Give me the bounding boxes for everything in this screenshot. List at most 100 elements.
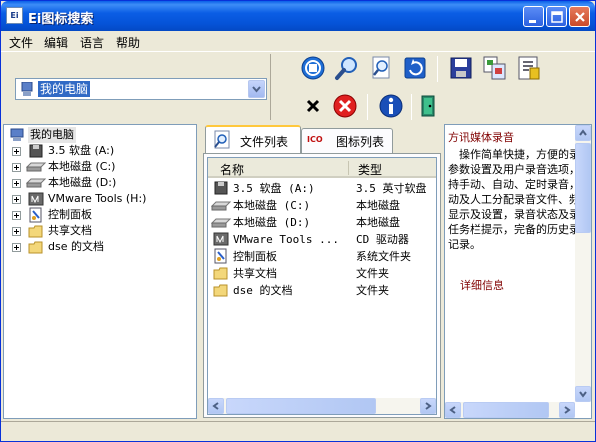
table-row[interactable]: 本地磁盘 (C:) 本地磁盘 <box>208 197 436 214</box>
table-row[interactable]: 本地磁盘 (D:) 本地磁盘 <box>208 214 436 231</box>
tree-item-label: 控制面板 <box>48 208 92 221</box>
chevron-right-icon <box>425 402 432 410</box>
ico-icon: ICO <box>307 135 323 144</box>
search-icon <box>335 57 357 80</box>
window-title: Ei图标搜索 <box>28 12 94 27</box>
scroll-up-button[interactable] <box>575 125 591 141</box>
expand-icon[interactable] <box>12 243 21 252</box>
list-hscrollbar[interactable] <box>208 398 436 414</box>
scroll-left-button[interactable] <box>445 402 461 418</box>
tab-icon-list[interactable]: ICO 图标列表 <box>301 128 393 154</box>
info-title: 方讯媒体录音 <box>448 131 514 144</box>
folder-icon <box>28 241 43 254</box>
scroll-down-button[interactable] <box>575 386 591 402</box>
chevron-down-icon <box>252 86 261 93</box>
tree-item-label: dse 的文档 <box>48 240 104 253</box>
tree-root-label: 我的电脑 <box>28 127 76 143</box>
cell-type: 3.5 英寸软盘 <box>356 182 427 195</box>
file-listview[interactable]: 名称 类型 3.5 软盘 (A:) 3.5 英寸软盘 本地磁盘 (C:) 本地磁… <box>207 157 437 415</box>
cell-name: 3.5 软盘 (A:) <box>233 182 315 195</box>
cdrom-icon <box>213 232 229 246</box>
copy-icon <box>483 56 506 80</box>
scroll-thumb[interactable] <box>226 398 376 414</box>
find-file-button[interactable] <box>367 54 395 82</box>
tree-item-label: 本地磁盘 (D:) <box>48 176 117 189</box>
expand-icon[interactable] <box>12 211 21 220</box>
maximize-icon <box>551 11 563 23</box>
toolbar-separator-2 <box>367 94 368 120</box>
delete-button[interactable] <box>331 92 359 120</box>
toolbar: 我的电脑 <box>1 51 595 123</box>
table-row[interactable]: dse 的文档 文件夹 <box>208 282 436 299</box>
cell-type: 系统文件夹 <box>356 250 411 263</box>
export-button[interactable] <box>515 54 543 82</box>
expand-icon[interactable] <box>12 195 21 204</box>
scroll-right-button[interactable] <box>420 398 436 414</box>
disk-icon <box>26 162 46 172</box>
scroll-thumb[interactable] <box>463 402 549 418</box>
search-button[interactable] <box>333 54 361 82</box>
title-bar[interactable]: Ei Ei图标搜索 <box>1 1 595 31</box>
column-name[interactable]: 名称 <box>220 161 244 178</box>
info-description: 操作简单快捷，方便的录样参数设置及用户录音选项，支持手动、自动、定时录音，自动及… <box>448 148 591 251</box>
table-row[interactable]: 控制面板 系统文件夹 <box>208 248 436 265</box>
tab-label: 文件列表 <box>240 135 289 149</box>
combo-dropdown-button[interactable] <box>248 80 265 98</box>
menu-edit[interactable]: 编辑 <box>44 34 68 51</box>
details-link[interactable]: 详细信息 <box>460 277 504 293</box>
menu-help[interactable]: 帮助 <box>116 34 140 51</box>
copy-button[interactable] <box>481 54 509 82</box>
tree-item-label: 3.5 软盘 (A:) <box>48 144 115 157</box>
column-type[interactable]: 类型 <box>358 161 382 178</box>
table-row[interactable]: VMware Tools ... CD 驱动器 <box>208 231 436 248</box>
tree-item-label: 本地磁盘 (C:) <box>48 160 116 173</box>
exit-button[interactable] <box>415 92 443 120</box>
find-file-icon <box>372 56 390 79</box>
chevron-down-icon <box>579 391 587 398</box>
info-button[interactable] <box>377 92 405 120</box>
scroll-left-button[interactable] <box>208 398 224 414</box>
scroll-right-button[interactable] <box>559 402 575 418</box>
listview-header: 名称 类型 <box>208 158 436 178</box>
tree-item-label: VMware Tools (H:) <box>48 192 147 205</box>
stop-button[interactable] <box>299 54 327 82</box>
column-divider[interactable] <box>348 161 349 175</box>
folder-tree[interactable]: 我的电脑 3.5 软盘 (A:) 本地磁盘 (C:) 本地磁盘 (D:) VMw… <box>3 124 197 419</box>
info-vscrollbar[interactable] <box>575 125 591 402</box>
close-icon <box>575 12 585 22</box>
table-row[interactable]: 3.5 软盘 (A:) 3.5 英寸软盘 <box>208 180 436 197</box>
cell-name: dse 的文档 <box>233 284 293 297</box>
expand-icon[interactable] <box>12 163 21 172</box>
menu-file[interactable]: 文件 <box>9 34 33 51</box>
minimize-button[interactable] <box>523 6 544 27</box>
cell-name: 共享文档 <box>233 267 277 280</box>
stop-icon <box>301 56 325 80</box>
disk-icon <box>211 218 231 228</box>
folder-icon <box>213 267 228 280</box>
delete-icon <box>333 94 357 118</box>
scroll-thumb[interactable] <box>575 143 591 233</box>
expand-icon[interactable] <box>12 147 21 156</box>
cell-name: 控制面板 <box>233 250 277 263</box>
chevron-left-icon <box>212 402 219 410</box>
disk-icon <box>26 178 46 188</box>
cell-name: 本地磁盘 (D:) <box>233 216 311 229</box>
chevron-up-icon <box>579 129 587 136</box>
info-panel: 方讯媒体录音 操作简单快捷，方便的录样参数设置及用户录音选项，支持手动、自动、定… <box>444 124 592 419</box>
tab-file-list[interactable]: 文件列表 <box>205 125 301 153</box>
control-panel-icon <box>29 207 42 223</box>
expand-icon[interactable] <box>12 227 21 236</box>
refresh-button[interactable] <box>401 54 429 82</box>
cell-type: 文件夹 <box>356 284 389 297</box>
location-combo[interactable]: 我的电脑 <box>15 78 267 100</box>
menu-language[interactable]: 语言 <box>80 34 104 51</box>
info-hscrollbar[interactable] <box>445 402 575 418</box>
clear-button[interactable] <box>299 92 327 120</box>
disk-icon <box>211 201 231 211</box>
expand-icon[interactable] <box>12 179 21 188</box>
maximize-button[interactable] <box>546 6 567 27</box>
save-button[interactable] <box>447 54 475 82</box>
toolbar-separator-3 <box>411 94 412 120</box>
close-button[interactable] <box>569 6 590 27</box>
table-row[interactable]: 共享文档 文件夹 <box>208 265 436 282</box>
